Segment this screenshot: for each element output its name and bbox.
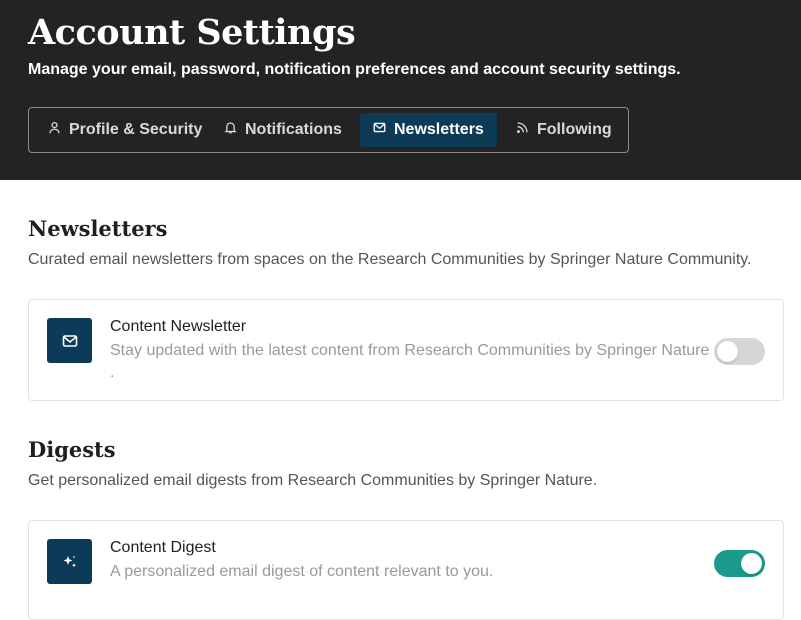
toggle-knob [717, 341, 738, 362]
newsletters-heading: Newsletters [28, 216, 168, 241]
tab-notifications[interactable]: Notifications [211, 113, 355, 147]
card-title: Content Newsletter [110, 318, 247, 335]
tab-label: Following [537, 121, 612, 138]
bell-icon [224, 121, 237, 139]
tab-label: Notifications [245, 121, 342, 138]
mail-icon [47, 318, 92, 363]
card-description: A personalized email digest of content r… [110, 563, 494, 580]
content-digest-card: Content Digest A personalized email dige… [28, 520, 784, 620]
settings-tabs: Profile & Security Notifications Newslet… [28, 107, 629, 153]
content-newsletter-card: Content Newsletter Stay updated with the… [28, 299, 784, 401]
user-icon [48, 121, 61, 139]
page-header: Account Settings Manage your email, pass… [0, 0, 801, 180]
sparkle-icon [47, 539, 92, 584]
card-description: Stay updated with the latest content fro… [110, 342, 710, 381]
digests-heading: Digests [28, 437, 116, 462]
tab-label: Newsletters [394, 121, 484, 138]
newsletters-description: Curated email newsletters from spaces on… [28, 251, 752, 268]
page-title: Account Settings [28, 12, 356, 53]
digests-description: Get personalized email digests from Rese… [28, 472, 598, 489]
tab-profile-security[interactable]: Profile & Security [35, 113, 215, 147]
tab-label: Profile & Security [69, 121, 203, 138]
content-digest-toggle[interactable] [714, 550, 765, 577]
toggle-knob [741, 553, 762, 574]
tab-newsletters[interactable]: Newsletters [360, 113, 497, 147]
mail-icon [373, 121, 386, 139]
tab-following[interactable]: Following [503, 113, 625, 147]
page-subtitle: Manage your email, password, notificatio… [28, 61, 681, 78]
card-title: Content Digest [110, 539, 216, 556]
rss-icon [516, 121, 529, 139]
content-newsletter-toggle[interactable] [714, 338, 765, 365]
